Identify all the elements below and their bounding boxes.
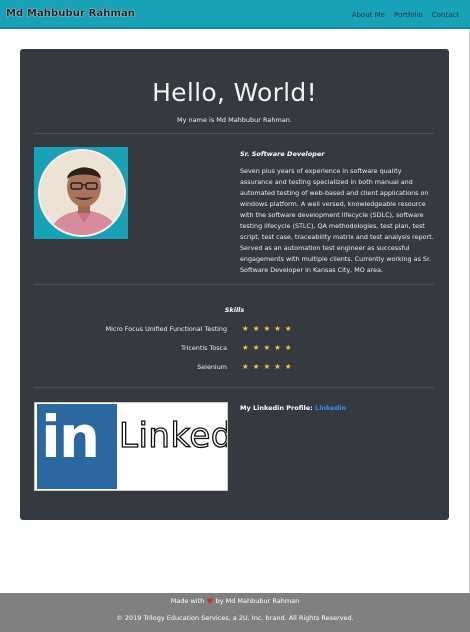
skills-heading: Skills xyxy=(224,306,245,314)
profile-photo xyxy=(34,147,128,239)
heart-icon: ♥ xyxy=(206,597,214,606)
nav-link-contact[interactable]: Contact xyxy=(432,11,459,19)
divider xyxy=(34,133,434,134)
page-title: Hello, World! xyxy=(152,78,317,107)
star-rating-icon: ★★★★★ xyxy=(242,343,296,352)
skill-row: Micro Focus Unified Functional Testing ★… xyxy=(20,324,449,337)
linkedin-logo-image: in Linked xyxy=(34,402,228,491)
navbar: Md Mahbubur Rahman About Me Portfolio Co… xyxy=(0,0,470,29)
made-with-prefix: Made with xyxy=(170,597,205,605)
page: Md Mahbubur Rahman About Me Portfolio Co… xyxy=(0,0,470,632)
linkedin-profile-row: My Linkedin Profile: Linkedin xyxy=(240,404,346,412)
job-title: Sr. Software Developer xyxy=(240,150,325,158)
made-with-line: Made with ♥ by Md Mahbubur Rahman xyxy=(0,596,470,606)
footer: Made with ♥ by Md Mahbubur Rahman © 2019… xyxy=(0,593,470,632)
nav-links: About Me Portfolio Contact xyxy=(352,11,459,19)
skill-name: Tricentis Tosca xyxy=(181,344,227,352)
divider xyxy=(34,387,434,388)
skill-name: Selenium xyxy=(197,363,227,371)
copyright-text: © 2019 Trilogy Education Services, a 2U,… xyxy=(116,614,354,622)
star-rating-icon: ★★★★★ xyxy=(242,362,296,371)
skill-name: Micro Focus Unified Functional Testing xyxy=(105,325,227,333)
bio-text: Seven plus years of experience in softwa… xyxy=(240,167,434,274)
made-with-suffix: by Md Mahbubur Rahman xyxy=(215,597,300,605)
brand-link[interactable]: Md Mahbubur Rahman xyxy=(6,8,135,19)
divider xyxy=(34,284,434,285)
about-card: Hello, World! My name is Md Mahbubur Rah… xyxy=(20,49,449,520)
linkedin-wordmark: Linked xyxy=(118,416,228,456)
nav-link-portfolio[interactable]: Portfolio xyxy=(394,11,423,19)
avatar xyxy=(38,149,126,237)
skill-row: Tricentis Tosca ★★★★★ xyxy=(20,343,449,356)
page-subtitle: My name is Md Mahbubur Rahman. xyxy=(177,116,292,124)
linkedin-profile-link[interactable]: Linkedin xyxy=(315,404,346,412)
nav-link-about-me[interactable]: About Me xyxy=(352,11,385,19)
skill-row: Selenium ★★★★★ xyxy=(20,362,449,375)
linkedin-icon: in xyxy=(37,404,117,489)
person-portrait-icon xyxy=(40,151,124,235)
star-rating-icon: ★★★★★ xyxy=(242,324,296,333)
linkedin-profile-label: My Linkedin Profile: xyxy=(240,404,313,412)
